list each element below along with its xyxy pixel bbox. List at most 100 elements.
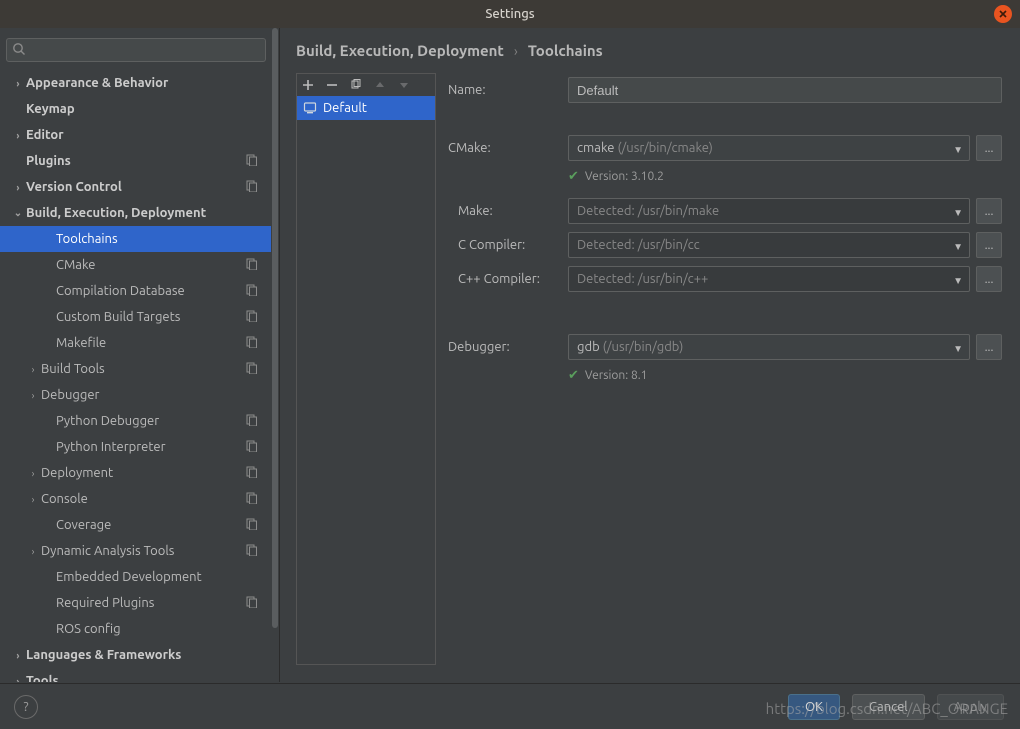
cmake-combo[interactable]: cmake (/usr/bin/cmake) ▼	[568, 135, 970, 161]
sidebar-item-console[interactable]: ›Console	[0, 486, 272, 512]
breadcrumb-parent[interactable]: Build, Execution, Deployment	[296, 42, 504, 59]
sidebar-item-plugins[interactable]: Plugins	[0, 148, 272, 174]
sidebar-item-cmake[interactable]: CMake	[0, 252, 272, 278]
sidebar-item-label: Editor	[26, 128, 64, 142]
cxx-label: C++ Compiler:	[448, 272, 568, 286]
sidebar-item-appearance-behavior[interactable]: ›Appearance & Behavior	[0, 70, 272, 96]
sidebar-item-label: Python Interpreter	[56, 440, 166, 454]
settings-search-input[interactable]	[6, 38, 266, 62]
cxx-value: Detected: /usr/bin/c++	[577, 272, 708, 286]
ok-button[interactable]: OK	[788, 694, 840, 720]
debugger-label: Debugger:	[448, 340, 568, 354]
debugger-hint: (/usr/bin/gdb)	[603, 340, 684, 354]
sidebar-item-required-plugins[interactable]: Required Plugins	[0, 590, 272, 616]
sidebar-item-label: Python Debugger	[56, 414, 159, 428]
project-scope-icon	[246, 258, 258, 273]
sidebar-item-label: Appearance & Behavior	[26, 76, 168, 90]
project-scope-icon	[246, 492, 258, 507]
toolchains-list[interactable]: Default	[297, 96, 435, 664]
toolchain-entry-default[interactable]: Default	[297, 96, 435, 120]
sidebar-scrollbar-thumb[interactable]	[272, 28, 278, 628]
sidebar-item-custom-build-targets[interactable]: Custom Build Targets	[0, 304, 272, 330]
make-label: Make:	[448, 204, 568, 218]
cmake-version: Version: 3.10.2	[585, 170, 664, 183]
project-scope-icon	[246, 518, 258, 533]
remove-icon[interactable]	[325, 78, 339, 92]
debugger-combo[interactable]: gdb (/usr/bin/gdb) ▼	[568, 334, 970, 360]
sidebar-item-build-tools[interactable]: ›Build Tools	[0, 356, 272, 382]
debugger-version: Version: 8.1	[585, 369, 648, 382]
name-input[interactable]	[568, 77, 1002, 103]
name-label: Name:	[448, 83, 568, 97]
sidebar-item-coverage[interactable]: Coverage	[0, 512, 272, 538]
main-panel: Build, Execution, Deployment › Toolchain…	[280, 28, 1020, 682]
project-scope-icon	[246, 596, 258, 611]
project-scope-icon	[246, 414, 258, 429]
project-scope-icon	[246, 336, 258, 351]
sidebar-item-deployment[interactable]: ›Deployment	[0, 460, 272, 486]
sidebar-item-build-execution-deployment[interactable]: ⌄Build, Execution, Deployment	[0, 200, 272, 226]
sidebar-item-version-control[interactable]: ›Version Control	[0, 174, 272, 200]
cxx-browse-button[interactable]: ...	[976, 266, 1002, 292]
cmake-version-row: ✔ Version: 3.10.2	[448, 165, 1002, 194]
sidebar-item-languages-frameworks[interactable]: ›Languages & Frameworks	[0, 642, 272, 668]
debugger-browse-button[interactable]: ...	[976, 334, 1002, 360]
sidebar-item-label: Coverage	[56, 518, 111, 532]
cc-browse-button[interactable]: ...	[976, 232, 1002, 258]
project-scope-icon	[246, 544, 258, 559]
window-title: Settings	[485, 7, 534, 21]
chevron-right-icon: ›	[11, 130, 25, 141]
sidebar-item-ros-config[interactable]: ROS config	[0, 616, 272, 642]
cc-combo[interactable]: Detected: /usr/bin/cc ▼	[568, 232, 970, 258]
chevron-right-icon: ›	[11, 78, 25, 89]
sidebar-item-python-debugger[interactable]: Python Debugger	[0, 408, 272, 434]
copy-icon[interactable]	[349, 78, 363, 92]
sidebar-item-label: Debugger	[41, 388, 99, 402]
chevron-down-icon: ▼	[953, 241, 963, 253]
sidebar-item-debugger[interactable]: ›Debugger	[0, 382, 272, 408]
help-button[interactable]: ?	[14, 695, 38, 719]
sidebar-item-label: Languages & Frameworks	[26, 648, 181, 662]
window-close-button[interactable]	[994, 5, 1012, 23]
sidebar-item-label: Plugins	[26, 154, 71, 168]
search-icon	[12, 42, 26, 56]
chevron-right-icon: ›	[26, 364, 40, 375]
project-scope-icon	[246, 180, 258, 195]
sidebar-item-label: CMake	[56, 258, 95, 272]
project-scope-icon	[246, 440, 258, 455]
sidebar-item-tools[interactable]: ›Tools	[0, 668, 272, 682]
dialog-footer: ? OK Cancel Apply	[0, 683, 1020, 729]
cmake-browse-button[interactable]: ...	[976, 135, 1002, 161]
sidebar-item-label: ROS config	[56, 622, 121, 636]
make-browse-button[interactable]: ...	[976, 198, 1002, 224]
breadcrumb-current: Toolchains	[528, 42, 603, 59]
chevron-down-icon: ▼	[953, 207, 963, 219]
sidebar-item-toolchains[interactable]: Toolchains	[0, 226, 272, 252]
sidebar-item-label: Build, Execution, Deployment	[26, 206, 206, 220]
sidebar-scrollbar-track[interactable]	[271, 28, 279, 682]
content-area: ›Appearance & BehaviorKeymap›EditorPlugi…	[0, 28, 1020, 682]
cxx-combo[interactable]: Detected: /usr/bin/c++ ▼	[568, 266, 970, 292]
sidebar-item-python-interpreter[interactable]: Python Interpreter	[0, 434, 272, 460]
sidebar-item-label: Compilation Database	[56, 284, 185, 298]
sidebar-item-editor[interactable]: ›Editor	[0, 122, 272, 148]
check-icon: ✔	[568, 368, 579, 383]
sidebar-item-compilation-database[interactable]: Compilation Database	[0, 278, 272, 304]
sidebar-item-dynamic-analysis-tools[interactable]: ›Dynamic Analysis Tools	[0, 538, 272, 564]
breadcrumb: Build, Execution, Deployment › Toolchain…	[296, 42, 1002, 59]
sidebar-item-keymap[interactable]: Keymap	[0, 96, 272, 122]
settings-sidebar: ›Appearance & BehaviorKeymap›EditorPlugi…	[0, 28, 280, 682]
add-icon[interactable]	[301, 78, 315, 92]
apply-button[interactable]: Apply	[937, 694, 1004, 720]
chevron-right-icon: ›	[11, 676, 25, 683]
move-up-icon	[373, 78, 387, 92]
sidebar-item-embedded-development[interactable]: Embedded Development	[0, 564, 272, 590]
cancel-button[interactable]: Cancel	[852, 694, 925, 720]
sidebar-item-makefile[interactable]: Makefile	[0, 330, 272, 356]
list-toolbar	[297, 74, 435, 96]
make-combo[interactable]: Detected: /usr/bin/make ▼	[568, 198, 970, 224]
cmake-value: cmake	[577, 141, 614, 155]
chevron-down-icon: ▼	[953, 275, 963, 287]
sidebar-item-label: Dynamic Analysis Tools	[41, 544, 174, 558]
project-scope-icon	[246, 362, 258, 377]
